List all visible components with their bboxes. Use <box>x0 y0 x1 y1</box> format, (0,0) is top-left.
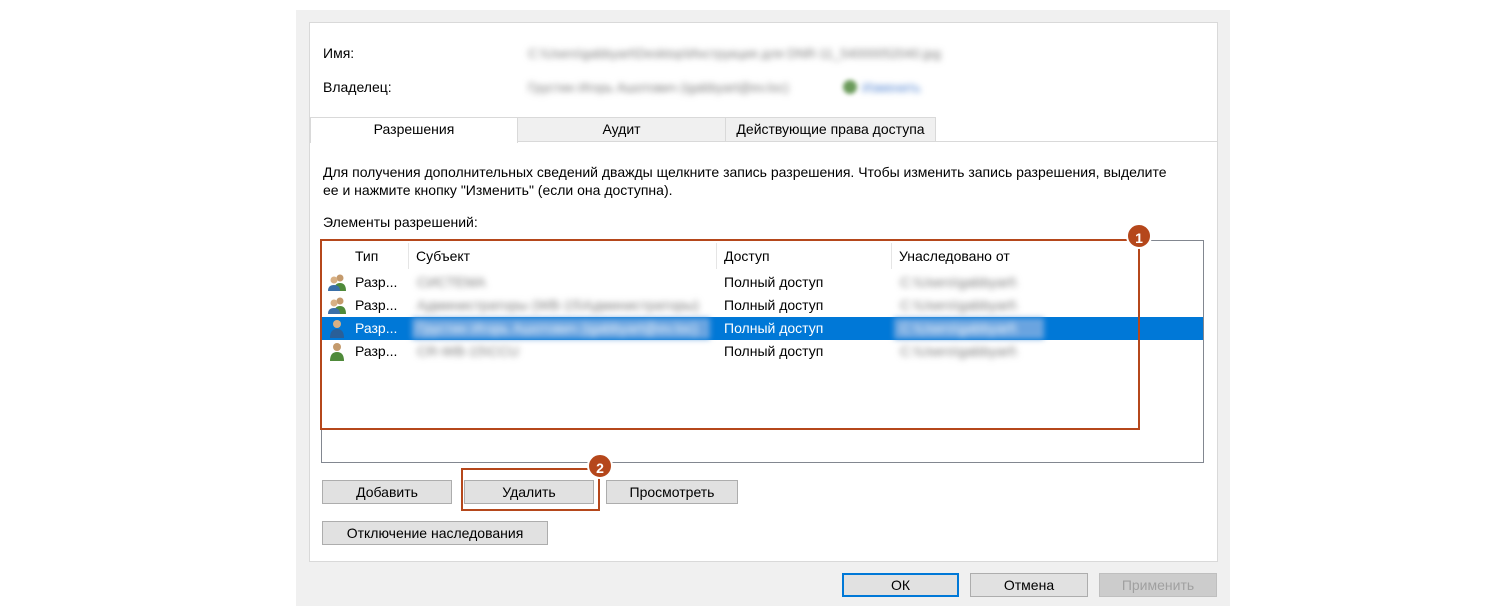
permissions-label: Элементы разрешений: <box>323 214 478 230</box>
tab-permissions[interactable]: Разрешения <box>310 117 518 143</box>
owner-value: Грустин Игорь Ашотович (igabbyart@ev.loc… <box>528 80 789 95</box>
name-value: C:\Users\gabbyart\Desktop\Инструкция для… <box>528 46 941 61</box>
callout-box-permission-list <box>320 239 1140 430</box>
callout-badge-1: 1 <box>1126 223 1152 249</box>
owner-label: Владелец: <box>323 79 392 95</box>
view-button[interactable]: Просмотреть <box>606 480 738 504</box>
ok-button[interactable]: ОК <box>842 573 959 597</box>
name-label: Имя: <box>323 45 355 61</box>
tab-effective-access[interactable]: Действующие права доступа <box>725 117 936 142</box>
apply-button[interactable]: Применить <box>1099 573 1217 597</box>
instructions-line-1: Для получения дополнительных сведений дв… <box>323 164 1167 180</box>
shield-icon <box>843 80 857 94</box>
instructions-line-2: ее и нажмите кнопку "Изменить" (если она… <box>323 182 673 198</box>
callout-box-remove-button <box>461 468 600 511</box>
add-button[interactable]: Добавить <box>322 480 452 504</box>
disable-inheritance-button[interactable]: Отключение наследования <box>322 521 548 545</box>
owner-change-link[interactable]: Изменить <box>862 80 921 95</box>
callout-badge-2: 2 <box>587 453 613 479</box>
tab-audit[interactable]: Аудит <box>517 117 726 142</box>
cancel-button[interactable]: Отмена <box>970 573 1088 597</box>
